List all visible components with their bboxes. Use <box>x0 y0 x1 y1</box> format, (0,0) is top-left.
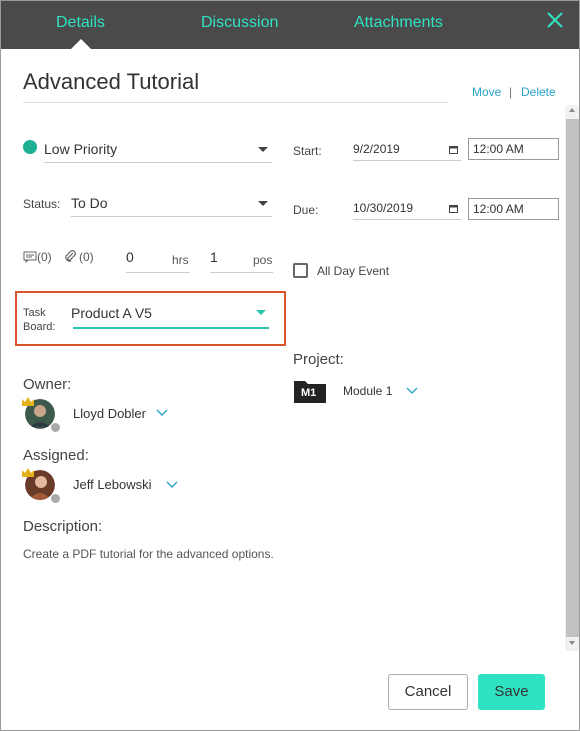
calendar-icon[interactable] <box>449 204 458 213</box>
assignee-name: Jeff Lebowski <box>73 477 152 492</box>
chevron-down-icon <box>256 310 266 315</box>
tab-attachments[interactable]: Attachments <box>354 14 443 32</box>
status-label: Status: <box>23 197 61 211</box>
task-details-dialog: Details Discussion Attachments Advanced … <box>0 0 580 731</box>
owner-name: Lloyd Dobler <box>73 406 146 421</box>
save-button[interactable]: Save <box>478 674 545 710</box>
description-label: Description: <box>23 518 103 535</box>
assignee-avatar <box>22 468 61 504</box>
tab-bar: Details Discussion Attachments <box>1 1 579 49</box>
status-indicator <box>50 422 61 433</box>
start-label: Start: <box>293 144 322 158</box>
priority-value: Low Priority <box>44 141 118 157</box>
scroll-down-icon[interactable] <box>569 641 575 645</box>
comment-icon[interactable] <box>23 250 37 264</box>
owner-avatar <box>22 397 61 433</box>
due-label: Due: <box>293 203 319 217</box>
hours-unit: hrs <box>172 253 189 267</box>
project-name: Module 1 <box>343 384 393 398</box>
start-time-value: 12:00 AM <box>473 142 524 156</box>
due-time-input[interactable]: 12:00 AM <box>468 198 559 220</box>
chevron-down-icon <box>258 147 268 152</box>
all-day-checkbox[interactable] <box>293 263 308 278</box>
active-tab-indicator <box>71 39 91 49</box>
taskboard-label-line2: Board: <box>23 321 56 333</box>
calendar-icon[interactable] <box>449 145 458 154</box>
project-folder-icon: M1 <box>293 378 327 404</box>
chevron-down-icon[interactable] <box>156 409 168 417</box>
close-icon[interactable] <box>546 11 566 35</box>
scroll-up-icon[interactable] <box>569 108 575 112</box>
start-date-input[interactable]: 9/2/2019 <box>353 139 461 161</box>
actions-separator: | <box>509 85 513 99</box>
position-unit: pos <box>253 253 273 267</box>
taskboard-label-line1: Task <box>23 307 46 319</box>
scrollbar-thumb[interactable] <box>566 119 579 637</box>
assigned-label: Assigned: <box>23 447 89 464</box>
due-date-input[interactable]: 10/30/2019 <box>353 198 461 220</box>
project-badge: M1 <box>301 387 317 399</box>
start-date-value: 9/2/2019 <box>353 142 400 156</box>
tab-discussion[interactable]: Discussion <box>201 14 278 32</box>
status-value: To Do <box>71 195 108 211</box>
due-time-value: 12:00 AM <box>473 202 524 216</box>
all-day-label: All Day Event <box>317 264 390 278</box>
status-indicator <box>50 493 61 504</box>
priority-color-dot <box>23 140 37 154</box>
attachment-count: (0) <box>79 250 94 264</box>
move-link[interactable]: Move <box>472 85 501 99</box>
position-value: 1 <box>210 249 218 265</box>
chevron-down-icon[interactable] <box>406 387 418 395</box>
comment-count: (0) <box>37 250 52 264</box>
description-text[interactable]: Create a PDF tutorial for the advanced o… <box>23 547 274 561</box>
crown-icon <box>22 397 34 406</box>
hours-value: 0 <box>126 249 134 265</box>
chevron-down-icon <box>258 201 268 206</box>
owner-label: Owner: <box>23 376 72 393</box>
delete-link[interactable]: Delete <box>521 85 556 99</box>
taskboard-value: Product A V5 <box>71 305 152 321</box>
cancel-button[interactable]: Cancel <box>388 674 468 710</box>
taskboard-select[interactable]: Product A V5 <box>71 303 269 329</box>
project-label: Project: <box>293 351 344 368</box>
priority-select[interactable]: Low Priority <box>44 141 272 163</box>
start-time-input[interactable]: 12:00 AM <box>468 138 559 160</box>
task-title-input[interactable]: Advanced Tutorial <box>23 69 448 103</box>
tab-details[interactable]: Details <box>56 14 105 32</box>
paperclip-icon[interactable] <box>63 249 77 263</box>
status-select[interactable]: To Do <box>71 195 272 217</box>
chevron-down-icon[interactable] <box>166 481 178 489</box>
crown-icon <box>22 468 34 477</box>
due-date-value: 10/30/2019 <box>353 201 414 215</box>
